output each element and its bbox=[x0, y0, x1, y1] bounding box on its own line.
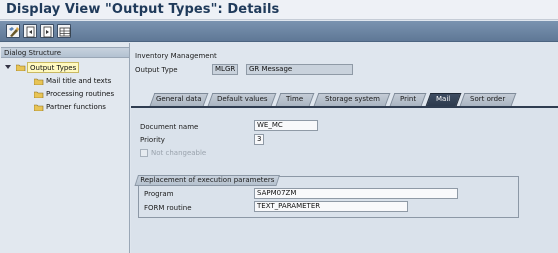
output-type-label: Output Type bbox=[135, 66, 178, 74]
application-area-label: Inventory Management bbox=[135, 52, 217, 60]
table-view-icon bbox=[59, 27, 71, 37]
display-change-button[interactable] bbox=[6, 24, 20, 38]
tab-sort-order[interactable]: Sort order bbox=[459, 93, 517, 106]
tree-item-label: Partner functions bbox=[46, 103, 106, 111]
application-toolbar bbox=[0, 21, 558, 42]
form-routine-field[interactable]: TEXT_PARAMETER bbox=[254, 201, 408, 212]
folder-icon bbox=[34, 104, 44, 111]
next-entry-icon bbox=[43, 26, 52, 38]
tree-item-processing-routines[interactable]: Processing routines bbox=[0, 89, 128, 101]
folder-icon bbox=[34, 91, 44, 98]
tree-item-label: Processing routines bbox=[46, 90, 115, 98]
output-type-field[interactable]: MLGR bbox=[212, 64, 238, 75]
window-title: Display View "Output Types": Details bbox=[6, 2, 280, 17]
priority-label: Priority bbox=[140, 136, 165, 144]
output-type-description-field[interactable]: GR Message bbox=[246, 64, 353, 75]
title-bar: Display View "Output Types": Details bbox=[0, 0, 558, 20]
folder-icon bbox=[34, 78, 44, 85]
tree-item-label: Mail title and texts bbox=[46, 77, 112, 85]
priority-field[interactable]: 3 bbox=[254, 134, 264, 145]
dialog-structure-header: Dialog Structure bbox=[1, 47, 129, 58]
tab-time[interactable]: Time bbox=[275, 93, 315, 106]
tree-item-output-types[interactable]: Output Types bbox=[0, 62, 128, 74]
next-entry-button[interactable] bbox=[40, 24, 54, 38]
tree-item-mail-title-and-texts[interactable]: Mail title and texts bbox=[0, 76, 128, 88]
program-label: Program bbox=[144, 190, 174, 198]
form-routine-label: FORM routine bbox=[144, 204, 192, 212]
replacement-parameters-title: Replacement of execution parameters bbox=[134, 175, 281, 186]
tab-mail[interactable]: Mail bbox=[425, 93, 462, 106]
not-changeable-label: Not changeable bbox=[151, 149, 207, 157]
tab-default-values[interactable]: Default values bbox=[207, 93, 277, 106]
table-view-button[interactable] bbox=[57, 24, 71, 38]
previous-entry-icon bbox=[26, 26, 35, 38]
dialog-structure-panel: Dialog Structure Output Types Mail title… bbox=[0, 43, 130, 253]
document-name-label: Document name bbox=[140, 123, 199, 131]
tab-print[interactable]: Print bbox=[389, 93, 427, 106]
display-change-icon bbox=[9, 27, 19, 37]
expand-caret-icon[interactable] bbox=[5, 65, 11, 69]
open-folder-icon bbox=[16, 64, 26, 71]
tree-item-label: Output Types bbox=[27, 62, 80, 73]
previous-entry-button[interactable] bbox=[23, 24, 37, 38]
tab-storage-system[interactable]: Storage system bbox=[313, 93, 391, 106]
tab-general-data[interactable]: General data bbox=[149, 93, 209, 106]
dialog-structure-heading: Dialog Structure bbox=[4, 49, 62, 57]
tree-item-partner-functions[interactable]: Partner functions bbox=[0, 102, 128, 114]
document-name-field[interactable]: WE_MC bbox=[254, 120, 318, 131]
program-field[interactable]: SAPM07ZM bbox=[254, 188, 458, 199]
not-changeable-checkbox[interactable] bbox=[140, 149, 148, 157]
